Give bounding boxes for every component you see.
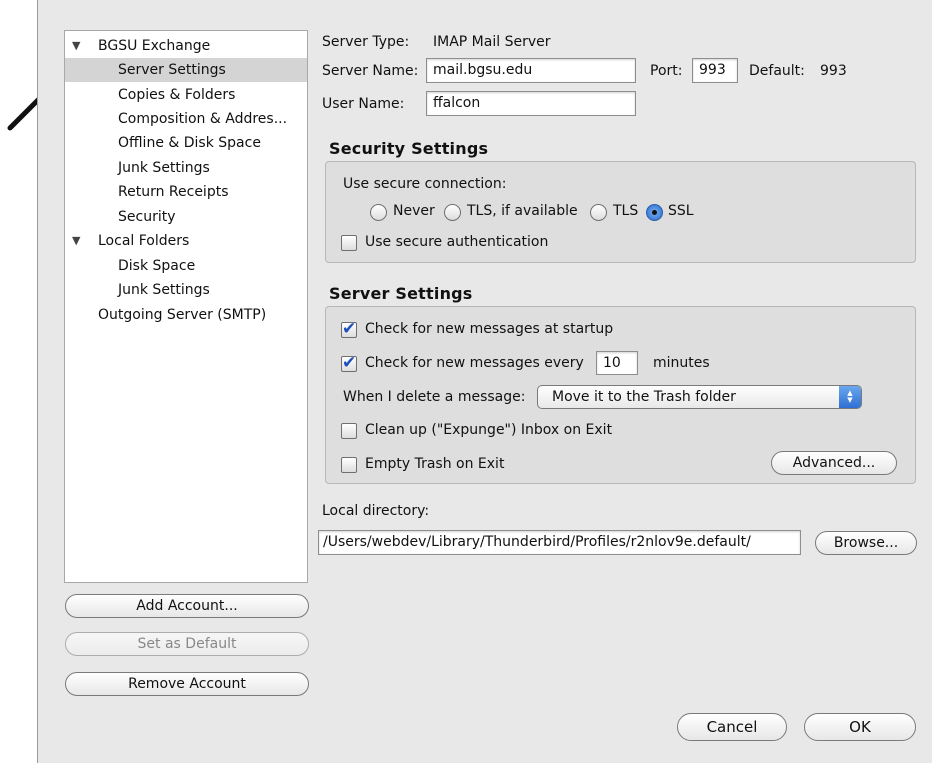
cancel-button[interactable]: Cancel bbox=[677, 713, 787, 741]
port-input[interactable]: 993 bbox=[692, 58, 738, 83]
check-startup-checkbox[interactable] bbox=[341, 319, 357, 339]
account-settings-window: ▼ BGSU Exchange Server Settings Copies &… bbox=[37, 0, 932, 763]
tree-item-bgsu-exchange[interactable]: ▼ BGSU Exchange bbox=[65, 34, 307, 58]
radio-ssl[interactable] bbox=[646, 204, 663, 221]
user-name-label: User Name: bbox=[322, 96, 405, 112]
user-name-input[interactable]: ffalcon bbox=[426, 91, 636, 116]
delete-message-label: When I delete a message: bbox=[343, 389, 526, 405]
use-secure-connection-label: Use secure connection: bbox=[343, 176, 507, 192]
check-every-label[interactable]: Check for new messages every bbox=[365, 355, 584, 371]
security-settings-title: Security Settings bbox=[329, 139, 489, 158]
radio-tls-if-available-label[interactable]: TLS, if available bbox=[467, 203, 578, 219]
remove-account-button[interactable]: Remove Account bbox=[65, 672, 309, 696]
tree-item-local-junk-settings[interactable]: Junk Settings bbox=[65, 278, 307, 302]
server-type-value: IMAP Mail Server bbox=[433, 34, 551, 50]
tree-item-return-receipts[interactable]: Return Receipts bbox=[65, 180, 307, 204]
port-label: Port: bbox=[650, 63, 683, 79]
delete-action-select[interactable]: Move it to the Trash folder ▲ ▼ bbox=[537, 385, 862, 409]
tree-item-outgoing-server[interactable]: Outgoing Server (SMTP) bbox=[65, 303, 307, 327]
server-name-input[interactable]: mail.bgsu.edu bbox=[426, 58, 636, 83]
check-startup-label[interactable]: Check for new messages at startup bbox=[365, 321, 613, 337]
delete-action-value: Move it to the Trash folder bbox=[552, 389, 736, 405]
set-as-default-button[interactable]: Set as Default bbox=[65, 632, 309, 656]
server-settings-group: Check for new messages at startup Check … bbox=[325, 306, 916, 484]
radio-tls[interactable] bbox=[590, 204, 607, 221]
minutes-label: minutes bbox=[653, 355, 710, 371]
server-name-label: Server Name: bbox=[322, 63, 419, 79]
server-settings-title: Server Settings bbox=[329, 284, 473, 303]
check-every-checkbox[interactable] bbox=[341, 353, 357, 373]
tree-item-offline-disk[interactable]: Offline & Disk Space bbox=[65, 131, 307, 155]
secure-authentication-label[interactable]: Use secure authentication bbox=[365, 234, 548, 250]
cleanup-inbox-checkbox[interactable] bbox=[341, 423, 357, 439]
default-port-label: Default: bbox=[749, 63, 805, 79]
local-directory-input[interactable]: /Users/webdev/Library/Thunderbird/Profil… bbox=[318, 530, 801, 555]
advanced-button[interactable]: Advanced... bbox=[771, 451, 897, 475]
tree-item-composition[interactable]: Composition & Addres... bbox=[65, 107, 307, 131]
tree-item-server-settings[interactable]: Server Settings bbox=[65, 58, 307, 82]
cleanup-inbox-label[interactable]: Clean up ("Expunge") Inbox on Exit bbox=[365, 422, 612, 438]
disclosure-triangle-icon[interactable]: ▼ bbox=[72, 34, 80, 58]
check-interval-input[interactable]: 10 bbox=[596, 351, 638, 375]
empty-trash-label[interactable]: Empty Trash on Exit bbox=[365, 456, 504, 472]
radio-tls-if-available[interactable] bbox=[444, 204, 461, 221]
disclosure-triangle-icon[interactable]: ▼ bbox=[72, 229, 80, 253]
ok-button[interactable]: OK bbox=[804, 713, 916, 741]
radio-never[interactable] bbox=[370, 204, 387, 221]
tree-item-security[interactable]: Security bbox=[65, 205, 307, 229]
tree-item-copies-folders[interactable]: Copies & Folders bbox=[65, 83, 307, 107]
security-settings-group: Use secure connection: Never TLS, if ava… bbox=[325, 161, 916, 263]
empty-trash-checkbox[interactable] bbox=[341, 457, 357, 473]
tree-item-local-folders[interactable]: ▼ Local Folders bbox=[65, 229, 307, 253]
secure-authentication-checkbox[interactable] bbox=[341, 235, 357, 251]
account-tree[interactable]: ▼ BGSU Exchange Server Settings Copies &… bbox=[64, 30, 308, 583]
browse-button[interactable]: Browse... bbox=[815, 531, 917, 555]
select-arrows-icon: ▲ ▼ bbox=[839, 386, 861, 408]
radio-never-label[interactable]: Never bbox=[393, 203, 435, 219]
add-account-button[interactable]: Add Account... bbox=[65, 594, 309, 618]
server-type-label: Server Type: bbox=[322, 34, 410, 50]
tree-item-junk-settings[interactable]: Junk Settings bbox=[65, 156, 307, 180]
radio-ssl-label[interactable]: SSL bbox=[668, 203, 694, 219]
default-port-value: 993 bbox=[820, 63, 847, 79]
radio-tls-label[interactable]: TLS bbox=[613, 203, 638, 219]
tree-item-disk-space[interactable]: Disk Space bbox=[65, 254, 307, 278]
local-directory-label: Local directory: bbox=[322, 503, 430, 519]
